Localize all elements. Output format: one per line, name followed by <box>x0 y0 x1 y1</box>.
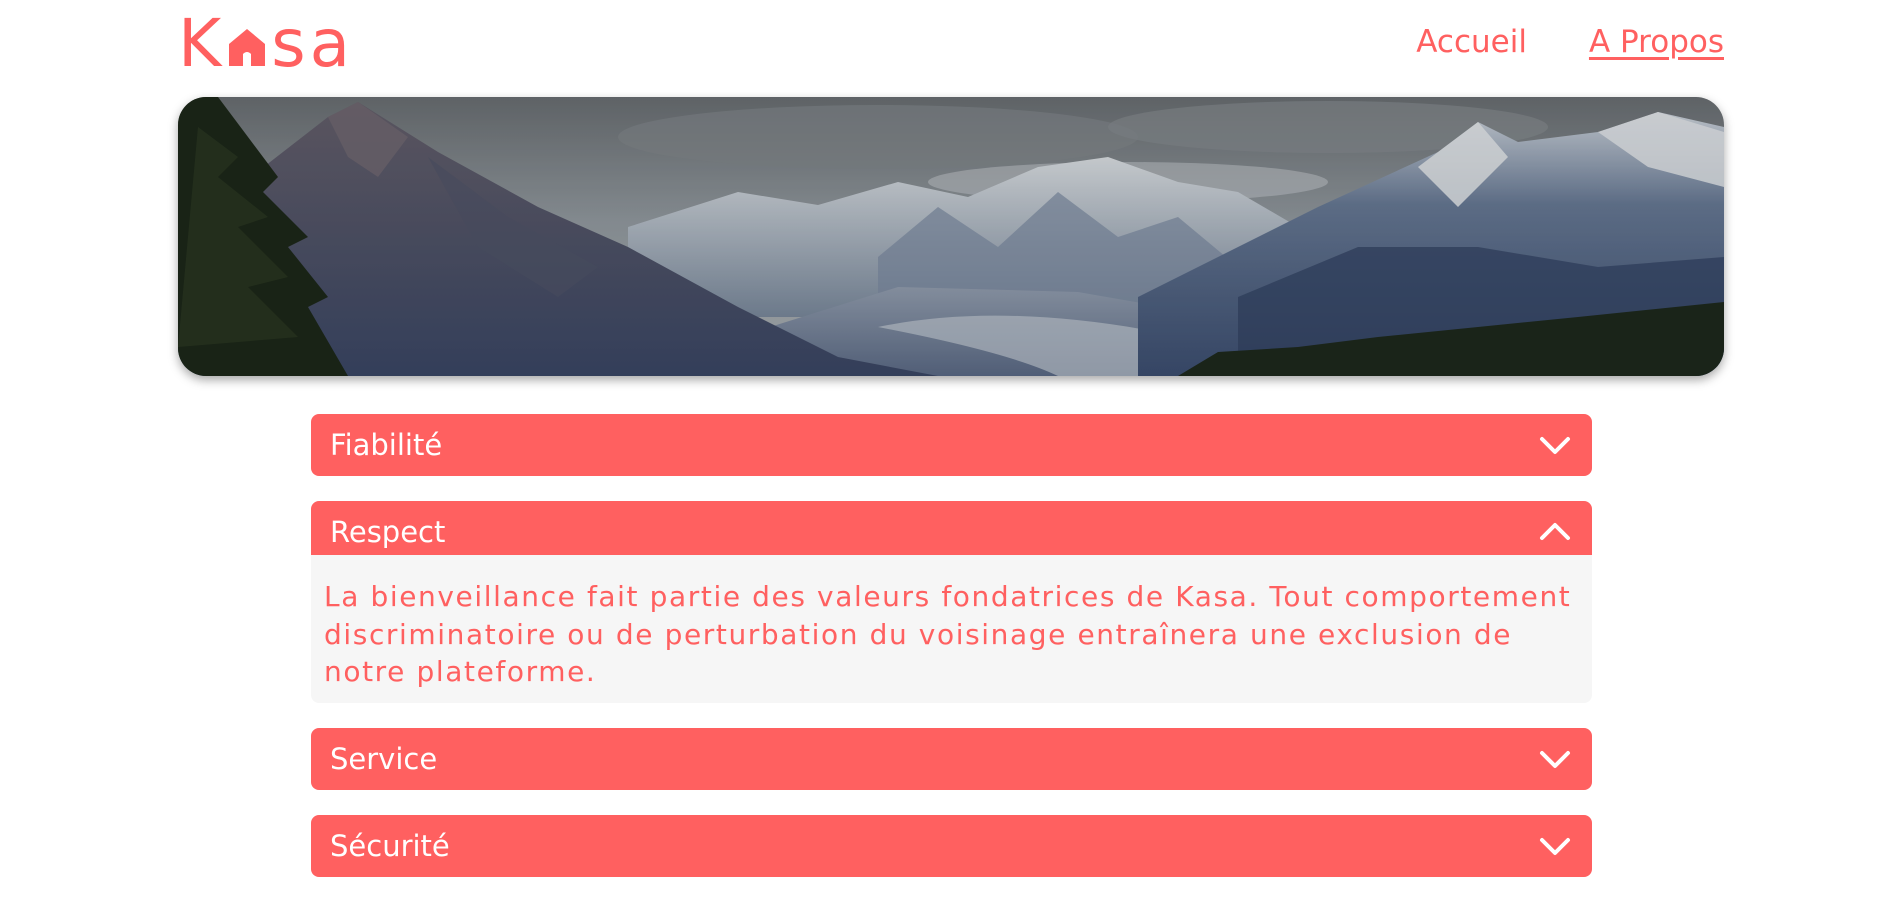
nav-link-accueil[interactable]: Accueil <box>1416 24 1527 60</box>
about-banner <box>178 97 1724 376</box>
collapse-title: Sécurité <box>330 828 450 863</box>
chevron-down-icon[interactable] <box>1538 747 1572 771</box>
page: K sa Accueil A Propos Fiabilité Respect … <box>0 0 1895 879</box>
chevron-down-icon[interactable] <box>1538 834 1572 858</box>
main-nav: Accueil A Propos <box>1416 24 1724 60</box>
collapse-header-fiabilite[interactable]: Fiabilité <box>311 414 1592 476</box>
collapse-title: Service <box>330 741 438 776</box>
site-header: K sa Accueil A Propos <box>178 10 1724 80</box>
collapse-title: Respect <box>330 515 446 549</box>
collapse-service: Service <box>311 727 1592 790</box>
collapse-fiabilite: Fiabilité <box>311 414 1592 476</box>
logo-letter-k: K <box>178 5 226 82</box>
house-icon <box>229 29 266 66</box>
collapse-text: La bienveillance fait partie des valeurs… <box>324 580 1572 688</box>
nav-link-a-propos[interactable]: A Propos <box>1589 24 1724 60</box>
collapse-header-securite[interactable]: Sécurité <box>311 814 1592 877</box>
collapse-body-respect: La bienveillance fait partie des valeurs… <box>311 555 1592 703</box>
collapse-securite: Sécurité <box>311 814 1592 877</box>
collapse-title: Fiabilité <box>330 428 443 462</box>
collapse-respect: Respect La bienveillance fait partie des… <box>311 501 1592 703</box>
kasa-logo[interactable]: K sa <box>178 5 355 82</box>
mountain-landscape-image <box>178 97 1724 376</box>
collapse-header-respect[interactable]: Respect <box>311 501 1592 563</box>
collapse-header-service[interactable]: Service <box>311 727 1592 790</box>
logo-letters-sa: sa <box>271 5 355 82</box>
values-collapses: Fiabilité Respect La bienveillance fait … <box>311 414 1592 902</box>
chevron-up-icon[interactable] <box>1538 520 1572 544</box>
chevron-down-icon[interactable] <box>1538 433 1572 457</box>
